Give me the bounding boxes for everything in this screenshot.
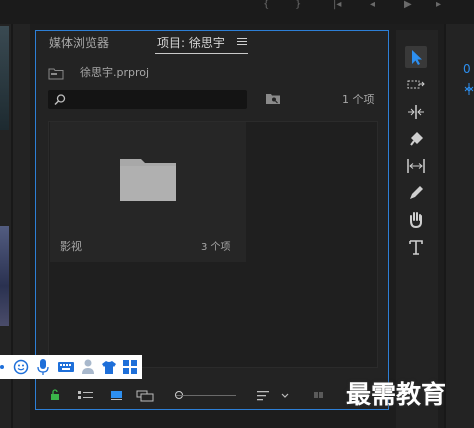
pen-icon [410, 186, 423, 199]
chevron-down-icon[interactable] [280, 386, 290, 404]
track-select-icon [407, 80, 425, 89]
slip-tool[interactable] [405, 155, 427, 177]
slip-icon [407, 159, 425, 173]
toolbox-grid-icon[interactable] [122, 359, 138, 375]
new-search-bin-icon[interactable] [265, 93, 281, 105]
bracket-left-icon[interactable]: { [263, 0, 269, 12]
selection-tool-icon [412, 50, 422, 65]
ripple-edit-tool[interactable] [405, 101, 427, 123]
timeline-timecode[interactable]: 0 [463, 62, 471, 76]
automate-to-sequence-icon[interactable] [313, 386, 329, 404]
freeform-view-icon[interactable] [135, 386, 157, 404]
sort-icons-icon[interactable] [256, 386, 270, 404]
hand-tool[interactable] [405, 209, 427, 231]
hand-icon [410, 212, 422, 229]
step-forward-icon[interactable]: ▸ [436, 0, 441, 12]
ripple-edit-icon [408, 105, 424, 119]
type-icon [409, 240, 423, 255]
ime-toolbar [0, 355, 142, 379]
step-back-icon[interactable]: ◂ [370, 0, 375, 12]
user-icon[interactable] [80, 358, 96, 376]
project-file-name: 徐思宇.prproj [80, 66, 150, 79]
type-tool[interactable] [405, 236, 427, 258]
tab-project[interactable]: 项目: 徐思宇 [157, 34, 225, 52]
list-view-icon[interactable] [77, 386, 95, 404]
left-thumbnail-top [0, 26, 9, 130]
razor-icon [410, 132, 423, 146]
zoom-slider-track[interactable] [176, 395, 236, 396]
selection-tool[interactable] [405, 46, 427, 68]
bin-name[interactable]: 影视 [60, 238, 82, 256]
active-tab-indicator [155, 53, 248, 54]
folder-icon[interactable] [119, 158, 177, 202]
bracket-right-icon[interactable]: } [295, 0, 301, 12]
skin-shirt-icon[interactable] [101, 359, 117, 375]
microphone-icon[interactable] [36, 358, 50, 376]
project-file-icon [48, 68, 64, 80]
pen-tool[interactable] [405, 182, 427, 204]
panel-menu-icon[interactable] [237, 36, 247, 48]
bin-item-count: 3 个项 [201, 242, 231, 253]
search-icon [54, 94, 66, 106]
ime-punct-icon[interactable] [0, 361, 6, 373]
icon-view-icon[interactable] [109, 386, 125, 404]
left-thumbnail-bottom [0, 226, 9, 326]
play-icon[interactable]: ▶ [404, 0, 412, 12]
top-transport-strip: { } |◂ ◂ ▶ ▸ [0, 0, 474, 24]
search-input[interactable] [48, 90, 247, 109]
track-select-tool[interactable] [405, 74, 427, 96]
go-to-in-icon[interactable]: |◂ [333, 0, 341, 12]
snap-icon[interactable] [464, 82, 474, 96]
watermark: 最需教育 [346, 380, 447, 409]
emoji-icon[interactable] [13, 359, 29, 375]
razor-tool[interactable] [405, 128, 427, 150]
keyboard-icon[interactable] [57, 360, 75, 374]
lock-icon[interactable] [49, 386, 61, 404]
tab-media-browser[interactable]: 媒体浏览器 [49, 34, 109, 52]
item-count: 1 个项 [342, 93, 375, 106]
